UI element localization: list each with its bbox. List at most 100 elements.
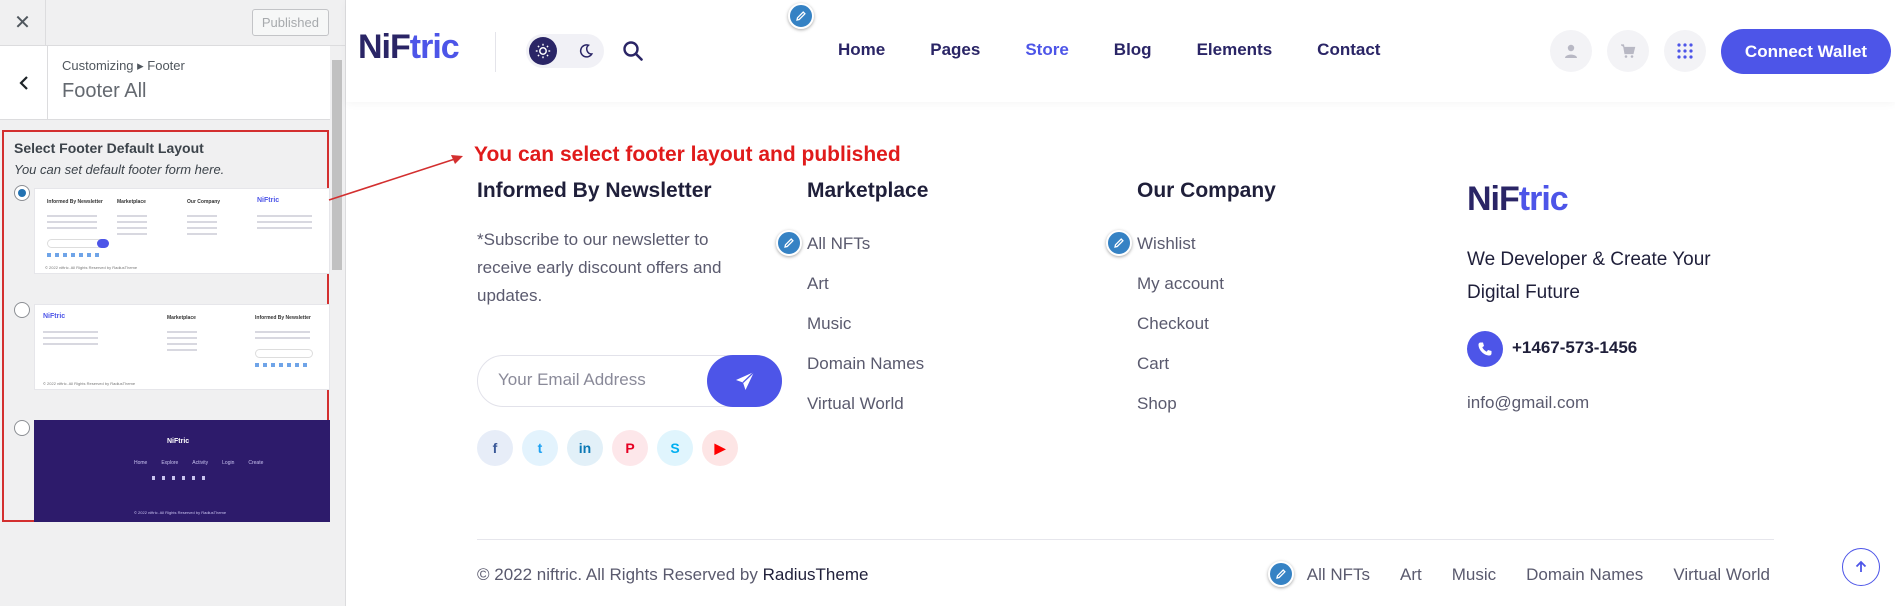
- main-nav: Home Pages Store Blog Elements Contact: [838, 40, 1425, 60]
- site-preview: NiFtric Home Pages Store Blog Elements C…: [346, 0, 1895, 606]
- search-icon[interactable]: [622, 40, 646, 64]
- preview-nav-item: Activity: [192, 460, 209, 466]
- published-button[interactable]: Published: [251, 9, 329, 36]
- bottom-link[interactable]: Domain Names: [1526, 565, 1643, 585]
- company-link[interactable]: Checkout: [1137, 314, 1209, 334]
- grid-dots-icon: [1677, 43, 1693, 59]
- close-button[interactable]: ✕: [0, 0, 46, 46]
- layout-radio-1[interactable]: [14, 185, 30, 201]
- bottom-link[interactable]: Music: [1452, 565, 1496, 585]
- footer-tagline: We Developer & Create Your Digital Futur…: [1467, 249, 1711, 303]
- footer-logo[interactable]: NiFtric: [1467, 180, 1569, 219]
- copyright-brand-link[interactable]: RadiusTheme: [763, 565, 869, 584]
- header-divider: [495, 32, 496, 72]
- footer-layout-selector: Select Footer Default Layout You can set…: [2, 130, 330, 522]
- skype-icon[interactable]: S: [657, 430, 693, 466]
- sun-icon[interactable]: [529, 37, 557, 65]
- bottom-link[interactable]: Art: [1400, 565, 1422, 585]
- preview-copyright: © 2022 niftric. All Rights Reserved by R…: [45, 265, 138, 270]
- nav-item-pages[interactable]: Pages: [930, 40, 980, 60]
- twitter-icon[interactable]: t: [522, 430, 558, 466]
- layout-preview-3[interactable]: NiFtric Home Explore Activity Login Crea…: [34, 420, 330, 522]
- preview-col-label: Our Company: [187, 199, 221, 205]
- connect-wallet-button[interactable]: Connect Wallet: [1721, 29, 1891, 74]
- nav-item-store[interactable]: Store: [1025, 40, 1068, 60]
- moon-icon[interactable]: [572, 37, 600, 65]
- logo-text-part1: NiF: [1467, 180, 1520, 218]
- company-link[interactable]: Shop: [1137, 394, 1177, 414]
- preview-brand: NiFtric: [167, 438, 190, 445]
- newsletter-text: *Subscribe to our newsletter to receive …: [477, 230, 722, 305]
- bottom-link[interactable]: All NFTs: [1307, 565, 1370, 585]
- marketplace-link[interactable]: Domain Names: [807, 354, 924, 374]
- preview-nav-item: Explore: [161, 460, 179, 466]
- edit-shortcut-pencil-icon[interactable]: [776, 230, 802, 256]
- chevron-left-icon: [18, 75, 28, 90]
- apps-button[interactable]: [1664, 30, 1706, 72]
- nav-item-elements[interactable]: Elements: [1197, 40, 1273, 60]
- phone-icon: [1467, 331, 1503, 367]
- marketplace-link[interactable]: All NFTs: [807, 234, 870, 254]
- edit-shortcut-pencil-icon[interactable]: [1106, 230, 1132, 256]
- section-header: Customizing ▸ Footer Footer All: [0, 46, 330, 120]
- facebook-icon[interactable]: f: [477, 430, 513, 466]
- bottom-link[interactable]: Virtual World: [1673, 565, 1770, 585]
- edit-shortcut-pencil-icon[interactable]: [788, 3, 814, 29]
- preview-col-label: Informed By Newsletter: [255, 315, 311, 321]
- marketplace-link[interactable]: Music: [807, 314, 851, 334]
- paper-plane-icon: [735, 371, 754, 390]
- footer-divider: [477, 539, 1774, 540]
- company-link[interactable]: Cart: [1137, 354, 1169, 374]
- nav-item-blog[interactable]: Blog: [1114, 40, 1152, 60]
- nav-item-contact[interactable]: Contact: [1317, 40, 1380, 60]
- preview-nav-item: Login: [222, 460, 235, 466]
- phone-number[interactable]: +1467-573-1456: [1512, 338, 1637, 358]
- company-title: Our Company: [1137, 179, 1276, 202]
- preview-col-label: Informed By Newsletter: [47, 199, 103, 205]
- user-button[interactable]: [1550, 30, 1592, 72]
- layout-preview-2[interactable]: NiFtric Marketplace Informed By Newslett…: [34, 304, 330, 390]
- site-header: NiFtric Home Pages Store Blog Elements C…: [346, 0, 1895, 102]
- close-icon: ✕: [14, 12, 31, 34]
- layout-title: Select Footer Default Layout: [14, 140, 204, 156]
- logo-text-part2: tric: [1518, 180, 1569, 218]
- preview-col-label: NiFtric: [257, 197, 280, 204]
- logo-text-part1: NiF: [358, 28, 411, 66]
- nav-item-home[interactable]: Home: [838, 40, 885, 60]
- site-logo[interactable]: NiFtric: [358, 28, 460, 67]
- cart-button[interactable]: [1607, 30, 1649, 72]
- arrow-up-icon: [1855, 560, 1867, 572]
- breadcrumb: Customizing ▸ Footer: [62, 58, 185, 73]
- preview-copyright: © 2022 niftric. All Rights Reserved by R…: [43, 381, 136, 386]
- cart-icon: [1621, 44, 1636, 58]
- customizer-topbar: ✕ Published: [0, 0, 345, 46]
- preview-col-label: Marketplace: [167, 315, 196, 321]
- theme-toggle[interactable]: [526, 34, 604, 68]
- company-link[interactable]: My account: [1137, 274, 1224, 294]
- preview-nav-item: Home: [134, 460, 148, 466]
- copyright-text: © 2022 niftric. All Rights Reserved by R…: [477, 565, 868, 585]
- layout-radio-2[interactable]: [14, 302, 30, 318]
- contact-email[interactable]: info@gmail.com: [1467, 393, 1589, 413]
- preview-col-label: Marketplace: [117, 199, 146, 205]
- scroll-to-top-button[interactable]: [1842, 548, 1880, 586]
- layout-radio-3[interactable]: [14, 420, 30, 436]
- copyright-prefix: © 2022 niftric. All Rights Reserved by: [477, 565, 763, 584]
- linkedin-icon[interactable]: in: [567, 430, 603, 466]
- email-input[interactable]: [498, 370, 698, 390]
- marketplace-link[interactable]: Virtual World: [807, 394, 904, 414]
- section-title: Footer All: [62, 80, 147, 102]
- marketplace-link[interactable]: Art: [807, 274, 829, 294]
- preview-copyright: © 2022 niftric. All Rights Reserved by R…: [134, 510, 227, 515]
- company-link[interactable]: Wishlist: [1137, 234, 1196, 254]
- back-button[interactable]: [0, 46, 48, 119]
- preview-nav-item: Create: [248, 460, 264, 466]
- youtube-icon[interactable]: ▶: [702, 430, 738, 466]
- annotation-text: You can select footer layout and publish…: [474, 143, 901, 166]
- pinterest-icon[interactable]: P: [612, 430, 648, 466]
- preview-nav: Home Explore Activity Login Create: [134, 460, 263, 466]
- marketplace-title: Marketplace: [807, 179, 929, 202]
- layout-preview-1[interactable]: Informed By Newsletter Marketplace Our C…: [34, 188, 330, 274]
- subscribe-button[interactable]: [707, 355, 782, 407]
- panel-scrollbar-thumb[interactable]: [332, 60, 342, 270]
